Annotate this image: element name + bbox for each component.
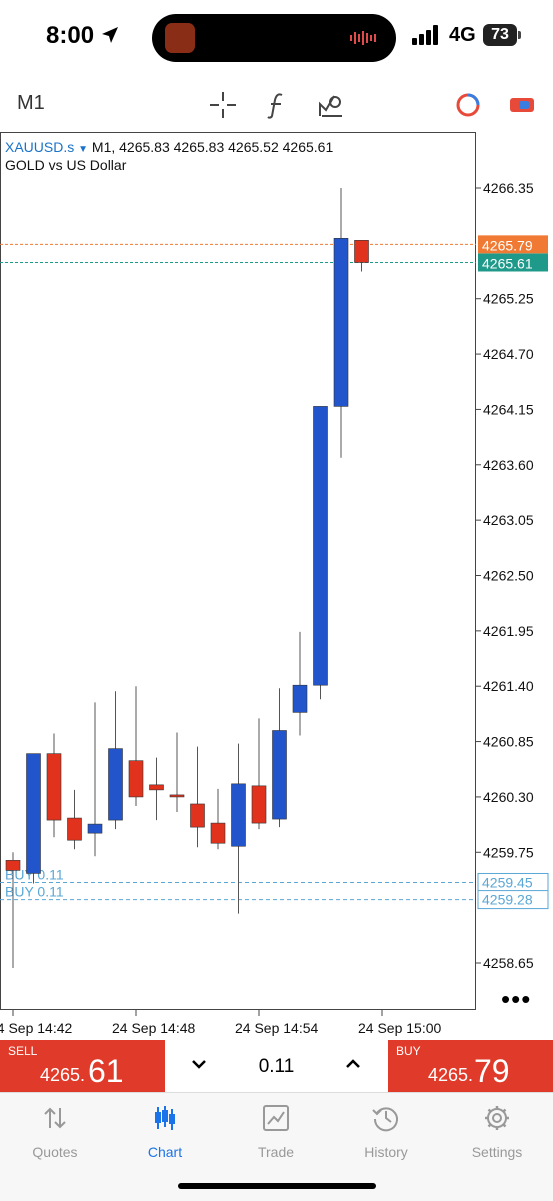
candle-body xyxy=(128,760,144,798)
chart-ohlc: M1, 4265.83 4265.83 4265.52 4265.61 xyxy=(91,139,334,155)
x-axis-tick-label: 24 Sep 14:54 xyxy=(235,1020,319,1036)
candle-body xyxy=(108,748,123,821)
candle-body xyxy=(354,240,369,263)
buy-button[interactable]: BUY 4265. 79 xyxy=(388,1040,553,1092)
y-axis-tick-label: 4263.60 xyxy=(483,457,534,473)
y-axis-tick-label: 4261.95 xyxy=(483,623,534,639)
y-axis-tick-label: 4260.85 xyxy=(483,734,534,750)
tab-settings[interactable]: Settings xyxy=(447,1103,547,1160)
y-axis-tick-label: 4259.75 xyxy=(483,844,534,860)
candle-body xyxy=(149,784,164,791)
x-axis-tick-label: 24 Sep 14:48 xyxy=(112,1020,196,1036)
history-icon xyxy=(372,1107,398,1132)
tab-label: Chart xyxy=(147,1144,183,1160)
trade-bar: SELL 4265. 61 0.11 BUY 4265. 79 xyxy=(0,1040,553,1092)
ask-price-label: 4265.79 xyxy=(482,237,533,253)
sell-label: SELL xyxy=(8,1044,38,1058)
buy-label: BUY xyxy=(396,1044,421,1058)
sell-price-small: 4265. xyxy=(40,1065,86,1085)
tab-quotes[interactable]: Quotes xyxy=(5,1103,105,1160)
tab-history[interactable]: History xyxy=(336,1103,436,1160)
y-axis-tick-label: 4266.35 xyxy=(483,180,534,196)
tab-label: Trade xyxy=(257,1144,295,1160)
order-price-label: 4259.45 xyxy=(482,874,533,890)
lot-selector: 0.11 xyxy=(165,1040,388,1092)
y-axis-tick-label: 4260.30 xyxy=(483,789,534,805)
quotes-icon xyxy=(44,1107,66,1129)
y-axis-tick-label: 4261.40 xyxy=(483,678,534,694)
x-axis-tick-label: 24 Sep 14:42 xyxy=(0,1020,73,1036)
tab-label: History xyxy=(364,1144,408,1160)
chart-icon xyxy=(155,1106,175,1130)
candle-body xyxy=(231,783,246,847)
candle-body xyxy=(46,753,62,821)
trade-icon xyxy=(263,1105,289,1131)
candle-body xyxy=(251,785,267,824)
y-axis-tick-label: 4262.50 xyxy=(483,568,534,584)
y-axis-tick-label: 4263.05 xyxy=(483,512,534,528)
symbol-dropdown-icon[interactable]: ▼ xyxy=(78,144,88,155)
chart-description: GOLD vs US Dollar xyxy=(5,157,127,173)
increase-volume-icon[interactable] xyxy=(343,1054,363,1074)
y-axis-tick-label: 4264.15 xyxy=(483,401,534,417)
more-options-icon[interactable]: ••• xyxy=(501,984,531,1015)
candle-body xyxy=(333,238,349,407)
candle-body xyxy=(272,730,287,820)
candle-body xyxy=(169,794,185,798)
candle-body xyxy=(210,822,226,844)
y-axis-tick-label: 4264.70 xyxy=(483,346,534,362)
tab-label: Settings xyxy=(471,1144,523,1160)
settings-icon xyxy=(485,1106,509,1130)
candle-body xyxy=(26,753,41,874)
x-axis-tick-label: 24 Sep 15:00 xyxy=(358,1020,442,1036)
tab-trade[interactable]: Trade xyxy=(226,1103,326,1160)
candle-body xyxy=(292,684,308,713)
sell-button[interactable]: SELL 4265. 61 xyxy=(0,1040,165,1092)
candle-body xyxy=(67,817,82,841)
candlestick-chart: 4266.35 4265.25 4264.70 4264.15 4263.60 4263.… xyxy=(0,180,549,1036)
chart-symbol[interactable]: XAUUSD.s xyxy=(5,139,74,155)
y-axis-tick-label: 4265.25 xyxy=(483,291,534,307)
sell-price-big: 61 xyxy=(88,1053,124,1089)
order-label: BUY 0.11 xyxy=(5,884,64,900)
buy-price-small: 4265. xyxy=(428,1065,474,1085)
tab-label: Quotes xyxy=(32,1144,78,1160)
y-axis-tick-label: 4258.65 xyxy=(483,955,534,971)
candle-body xyxy=(5,860,21,871)
chart-info-line: XAUUSD.s ▼ M1, 4265.83 4265.83 4265.52 4… xyxy=(5,139,333,155)
tab-chart[interactable]: Chart xyxy=(115,1103,215,1160)
candle-body xyxy=(313,406,328,686)
bid-price-label: 4265.61 xyxy=(482,255,533,271)
order-price-label: 4259.28 xyxy=(482,892,533,908)
home-indicator xyxy=(178,1183,376,1189)
buy-price-big: 79 xyxy=(474,1053,510,1089)
candle-body xyxy=(190,803,205,828)
candle-body xyxy=(87,823,103,834)
